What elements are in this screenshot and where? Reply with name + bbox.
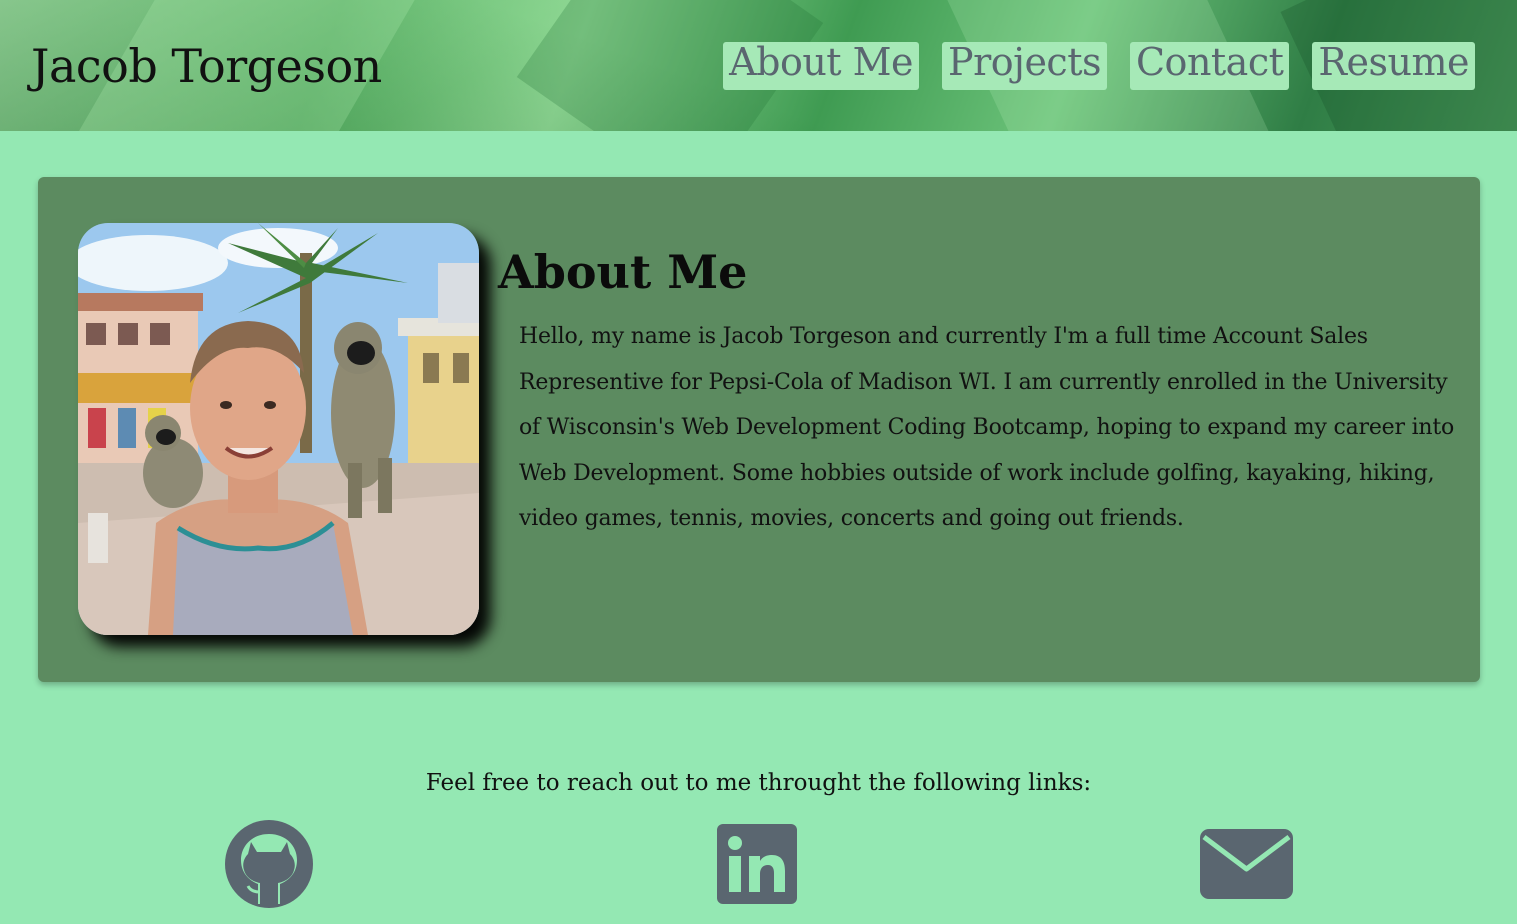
nav-contact[interactable]: Contact [1129,42,1290,90]
envelope-icon [1200,829,1293,899]
site-title: Jacob Torgeson [31,39,382,93]
github-icon [225,820,313,908]
email-link[interactable] [1200,829,1293,899]
profile-photo [78,223,479,635]
about-title: About Me [498,245,748,299]
profile-photo-image [78,223,479,635]
linkedin-icon [717,824,797,904]
main-nav: About Me Projects Contact Resume [723,42,1475,90]
contact-prompt: Feel free to reach out to me throught th… [425,770,1092,796]
nav-about-me[interactable]: About Me [723,42,920,90]
site-header: Jacob Torgeson About Me Projects Contact… [0,0,1517,131]
about-description: Hello, my name is Jacob Torgeson and cur… [519,324,1455,531]
nav-projects[interactable]: Projects [942,42,1107,90]
linkedin-link[interactable] [717,824,797,904]
nav-resume[interactable]: Resume [1312,42,1475,90]
github-link[interactable] [224,820,314,908]
about-card: About Me Hello, my name is Jacob Torgeso… [38,177,1480,682]
